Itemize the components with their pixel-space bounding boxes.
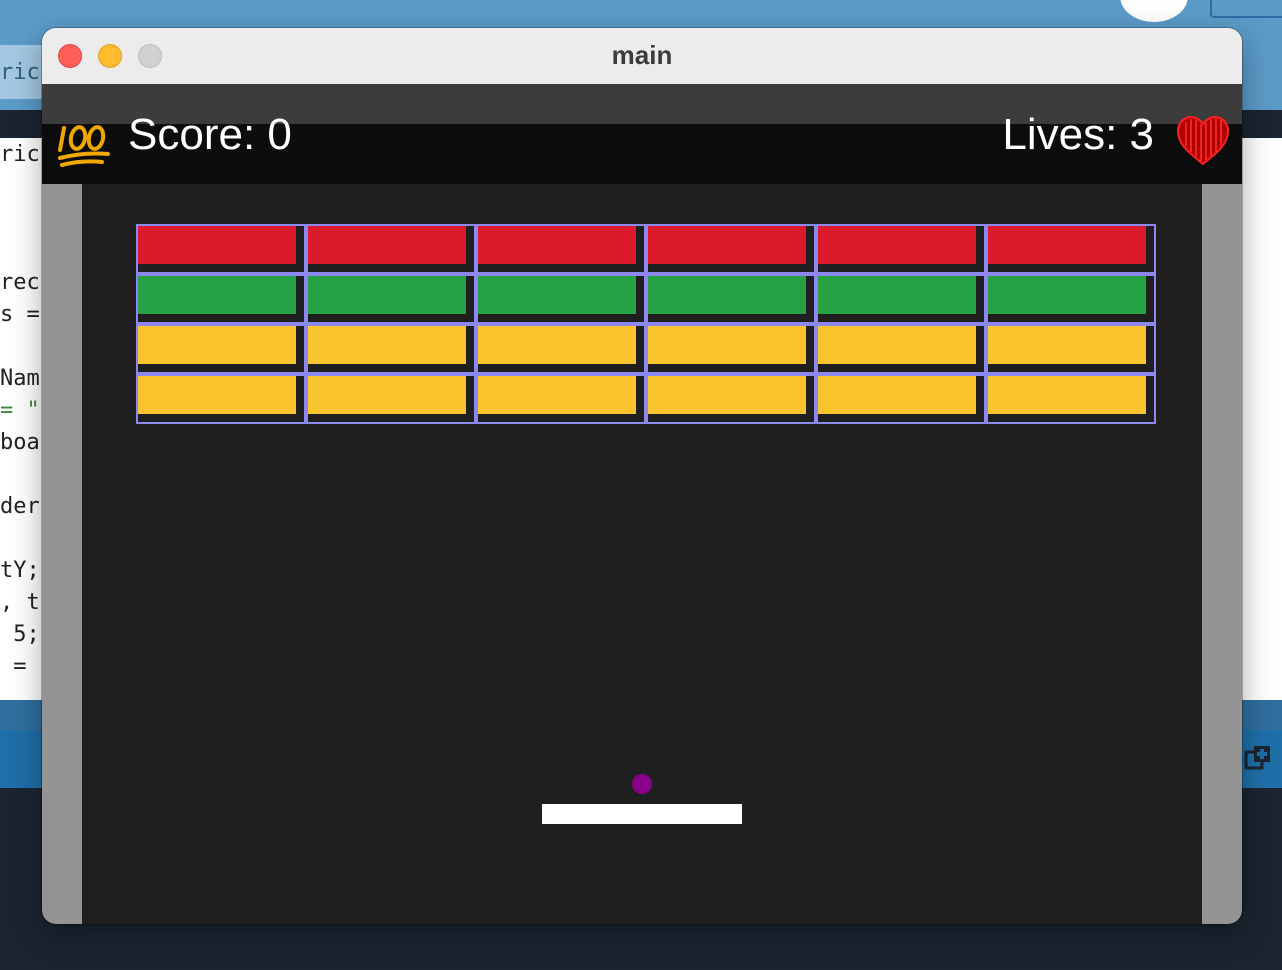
brick-fill bbox=[478, 226, 636, 264]
brick-yellow bbox=[986, 324, 1156, 374]
background-code-line: , t bbox=[0, 590, 40, 615]
brick-red bbox=[986, 224, 1156, 274]
background-code-line: rec bbox=[0, 270, 40, 295]
brick-fill bbox=[988, 276, 1146, 314]
brick-fill bbox=[308, 376, 466, 414]
brick-fill bbox=[478, 376, 636, 414]
paddle[interactable] bbox=[542, 804, 742, 824]
brick-red bbox=[646, 224, 816, 274]
brick-red bbox=[136, 224, 306, 274]
brick-fill bbox=[648, 376, 806, 414]
brick-green bbox=[476, 274, 646, 324]
brick-fill bbox=[478, 326, 636, 364]
add-window-icon bbox=[1244, 746, 1270, 770]
brick-yellow bbox=[816, 374, 986, 424]
brick-fill bbox=[308, 326, 466, 364]
background-button bbox=[1210, 0, 1282, 18]
brick-fill bbox=[818, 226, 976, 264]
brick-yellow bbox=[986, 374, 1156, 424]
game-window: main Score: 0 Lives: 3 bbox=[42, 28, 1242, 924]
brick-fill bbox=[818, 376, 976, 414]
brick-fill bbox=[138, 326, 296, 364]
brick-red bbox=[476, 224, 646, 274]
background-code-line: boa bbox=[0, 430, 40, 455]
brick-green bbox=[136, 274, 306, 324]
brick-yellow bbox=[476, 324, 646, 374]
brick-green bbox=[646, 274, 816, 324]
background-code-line: = " bbox=[0, 398, 40, 423]
brick-red bbox=[306, 224, 476, 274]
brick-fill bbox=[988, 326, 1146, 364]
background-code-line: ric bbox=[0, 142, 40, 167]
background-code-line: Nam bbox=[0, 366, 40, 391]
background-code-line: s = bbox=[0, 302, 40, 327]
brick-fill bbox=[988, 226, 1146, 264]
brick-yellow bbox=[306, 374, 476, 424]
brick-yellow bbox=[136, 374, 306, 424]
brick-fill bbox=[648, 276, 806, 314]
background-code-line: 5; bbox=[0, 622, 40, 647]
brick-fill bbox=[308, 276, 466, 314]
brick-green bbox=[306, 274, 476, 324]
brick-green bbox=[986, 274, 1156, 324]
background-code-line: der bbox=[0, 494, 40, 519]
brick-yellow bbox=[476, 374, 646, 424]
brick-fill bbox=[478, 276, 636, 314]
brick-red bbox=[816, 224, 986, 274]
brick-yellow bbox=[816, 324, 986, 374]
brick-fill bbox=[648, 226, 806, 264]
brick-fill bbox=[988, 376, 1146, 414]
brick-fill bbox=[818, 326, 976, 364]
background-code-line: = bbox=[0, 654, 40, 679]
brick-yellow bbox=[646, 324, 816, 374]
brick-fill bbox=[138, 276, 296, 314]
brick-fill bbox=[308, 226, 466, 264]
brick-yellow bbox=[646, 374, 816, 424]
brick-fill bbox=[138, 376, 296, 414]
background-code-line: tY; bbox=[0, 558, 40, 583]
brick-fill bbox=[138, 226, 296, 264]
brick-yellow bbox=[136, 324, 306, 374]
brick-yellow bbox=[306, 324, 476, 374]
ball bbox=[632, 774, 652, 794]
brick-green bbox=[816, 274, 986, 324]
brick-fill bbox=[648, 326, 806, 364]
brick-fill bbox=[818, 276, 976, 314]
